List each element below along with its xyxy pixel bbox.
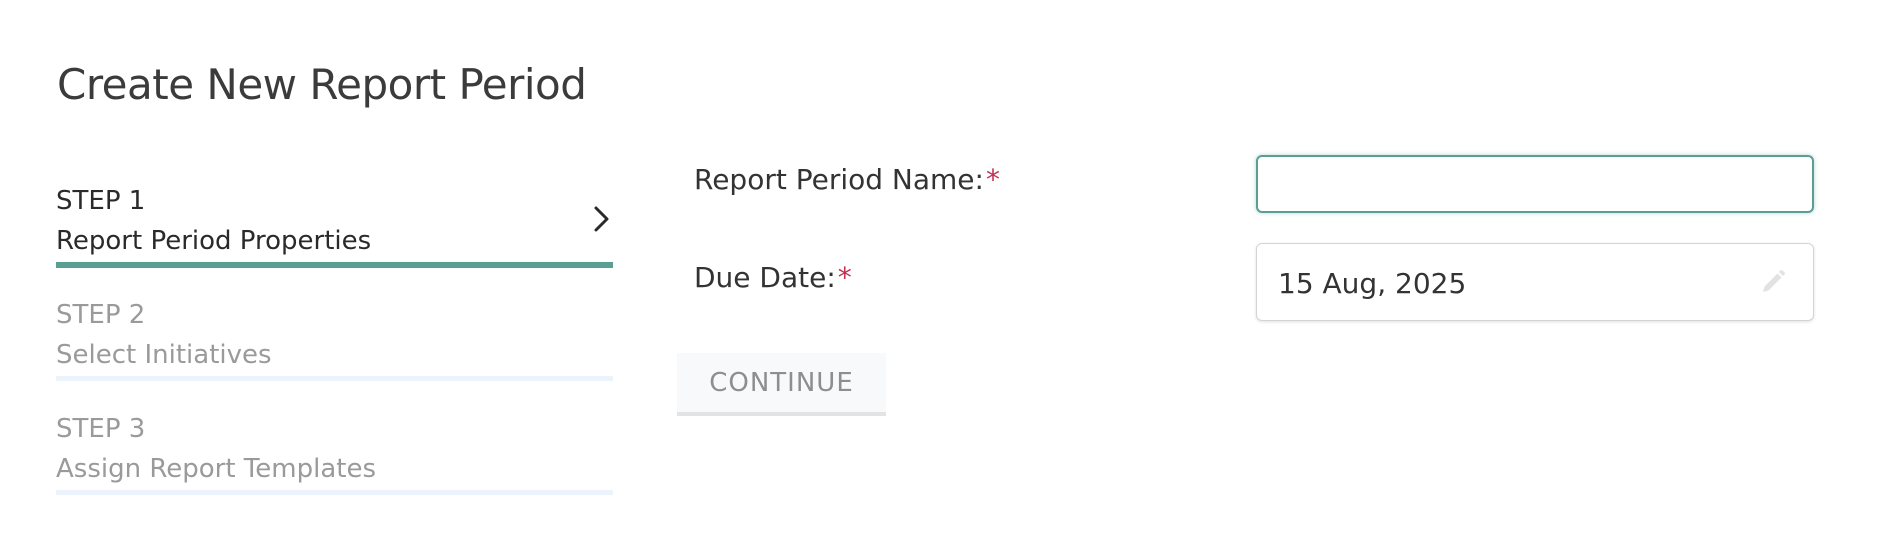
steps-nav: STEP 1 Report Period Properties STEP 2 S… <box>56 180 613 522</box>
page-title: Create New Report Period <box>57 60 587 109</box>
required-marker: * <box>985 163 1000 196</box>
step-progress-bar <box>56 376 613 381</box>
step-progress-bar <box>56 262 613 268</box>
report-period-name-label: Report Period Name:* <box>694 163 1000 196</box>
chevron-right-icon <box>594 206 609 232</box>
due-date-field[interactable]: 15 Aug, 2025 <box>1256 243 1814 321</box>
step-1[interactable]: STEP 1 Report Period Properties <box>56 180 613 294</box>
step-number: STEP 2 <box>56 300 146 330</box>
step-3[interactable]: STEP 3 Assign Report Templates <box>56 408 613 522</box>
step-label: Assign Report Templates <box>56 454 376 484</box>
continue-button[interactable]: CONTINUE <box>677 353 886 416</box>
due-date-value: 15 Aug, 2025 <box>1278 267 1467 300</box>
step-label: Report Period Properties <box>56 226 372 256</box>
pencil-icon[interactable] <box>1759 268 1787 296</box>
due-date-label: Due Date:* <box>694 261 852 294</box>
label-text: Report Period Name: <box>694 163 984 196</box>
required-marker: * <box>837 261 852 294</box>
step-2[interactable]: STEP 2 Select Initiatives <box>56 294 613 408</box>
step-number: STEP 1 <box>56 186 146 216</box>
step-progress-bar <box>56 490 613 495</box>
label-text: Due Date: <box>694 261 836 294</box>
step-number: STEP 3 <box>56 414 146 444</box>
step-label: Select Initiatives <box>56 340 272 370</box>
report-period-name-input[interactable] <box>1256 155 1814 213</box>
